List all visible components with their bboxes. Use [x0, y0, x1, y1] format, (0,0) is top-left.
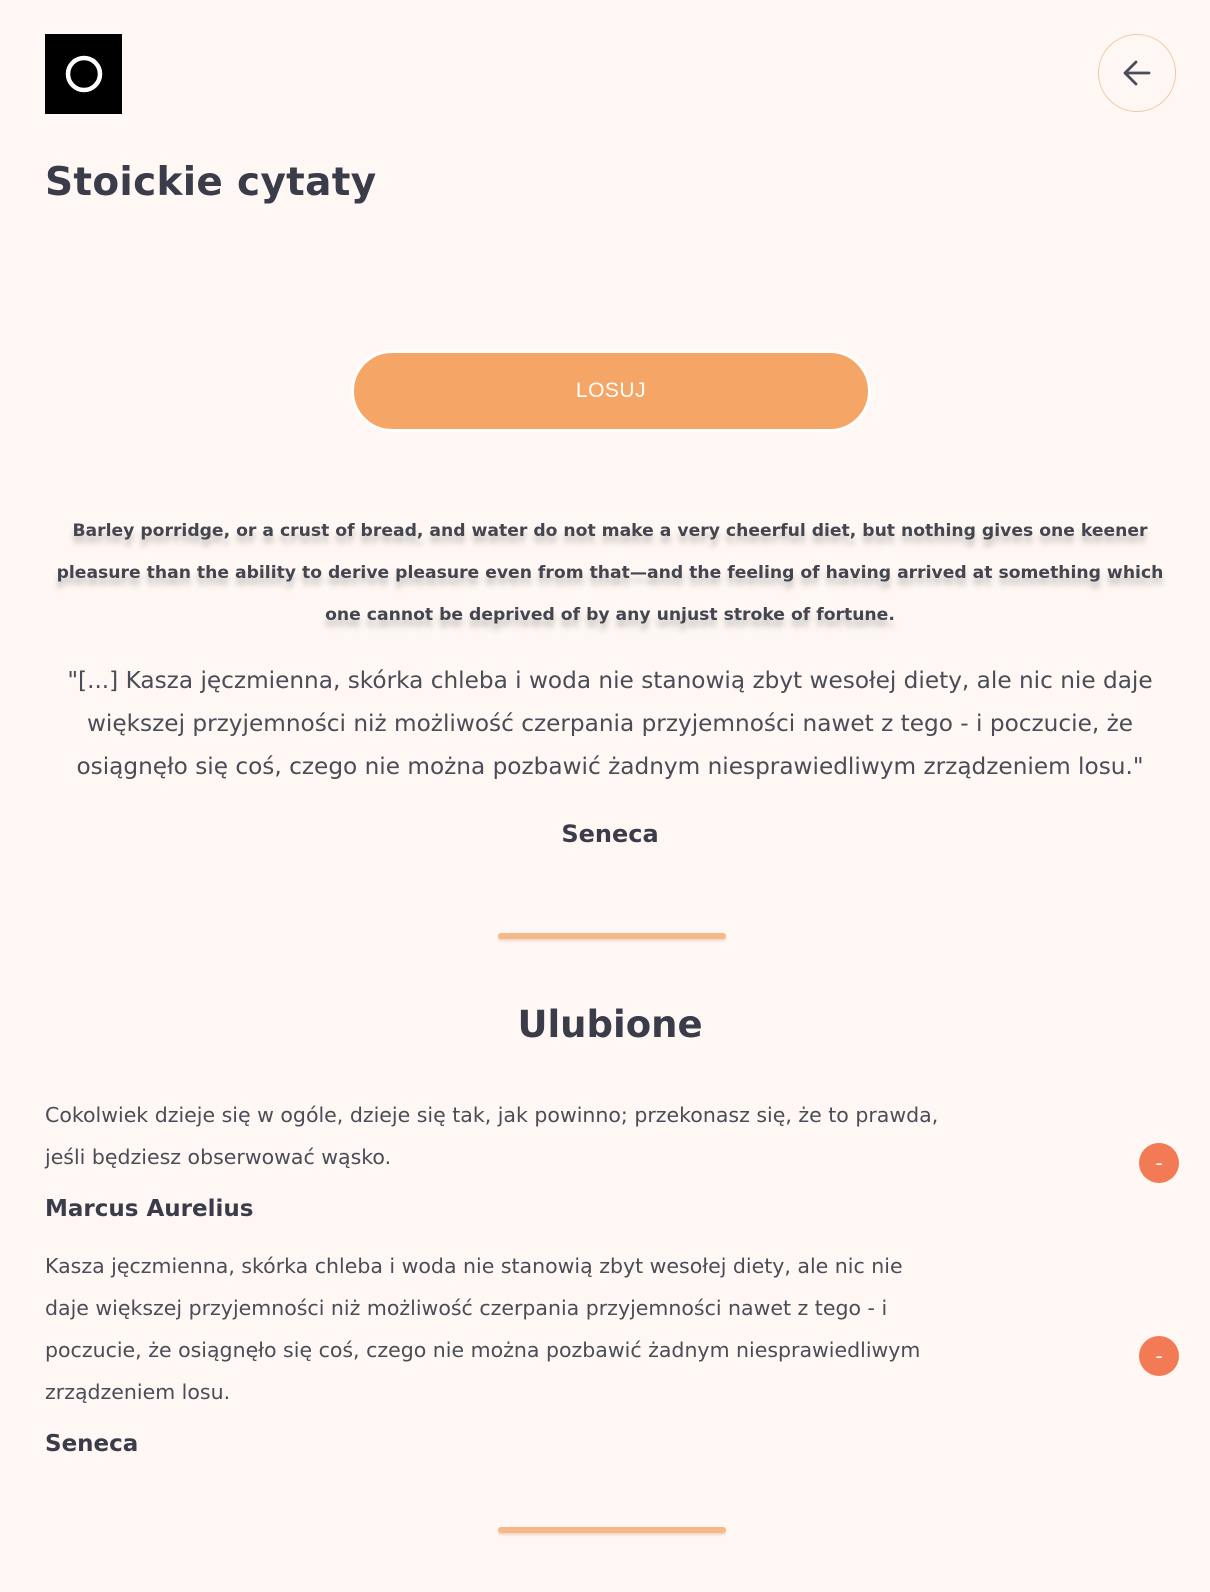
favorite-quote-author: Marcus Aurelius	[45, 1196, 254, 1222]
section-divider	[498, 933, 726, 939]
arrow-left-icon	[1123, 60, 1151, 86]
favorite-quote-text: Kasza jęczmienna, skórka chleba i woda n…	[45, 1254, 921, 1404]
remove-favorite-button[interactable]: -	[1139, 1336, 1179, 1376]
remove-favorite-button[interactable]: -	[1139, 1143, 1179, 1183]
quote-original-text: Barley porridge, or a crust of bread, an…	[56, 521, 1164, 625]
favorites-heading: Ulubione	[517, 1003, 703, 1046]
app-logo[interactable]	[45, 34, 122, 114]
circle-logo-icon	[65, 55, 102, 93]
page-title: Stoickie cytaty	[45, 160, 377, 205]
favorite-quote-author: Seneca	[45, 1431, 139, 1457]
favorite-quote-text: Cokolwiek dzieje się w ogóle, dzieje się…	[45, 1103, 939, 1169]
quote-author: Seneca	[561, 820, 659, 848]
quote-translation-text: "[...] Kasza jęczmienna, skórka chleba i…	[67, 667, 1153, 780]
draw-quote-button[interactable]: LOSUJ	[351, 350, 871, 432]
back-button[interactable]	[1098, 34, 1176, 112]
section-divider	[498, 1527, 726, 1533]
